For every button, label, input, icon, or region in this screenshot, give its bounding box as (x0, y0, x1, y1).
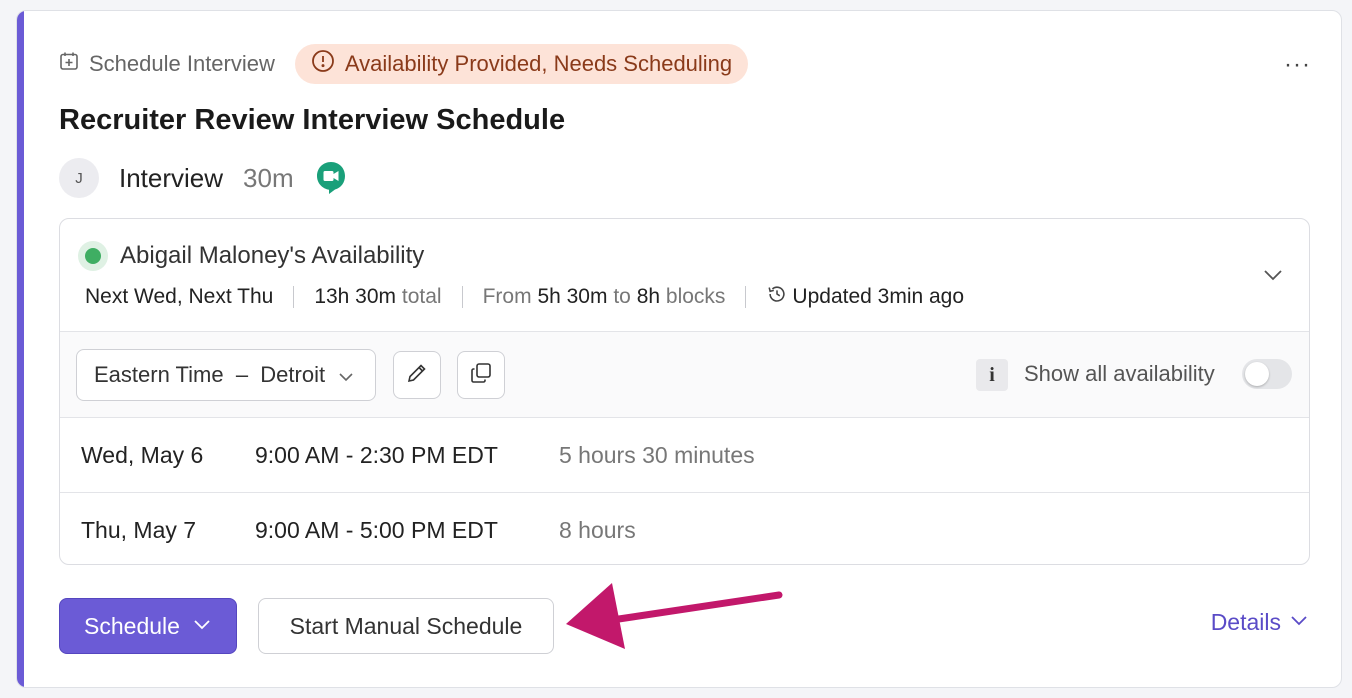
status-label: Availability Provided, Needs Scheduling (344, 51, 733, 76)
interview-label: Interview (119, 162, 224, 193)
chevron-down-icon (192, 613, 212, 640)
interview-summary: J Interview 30m (59, 158, 346, 198)
slot-date: Wed, May 6 (81, 442, 204, 468)
card-accent-bar (17, 11, 24, 687)
availability-blocks: From 5h 30m to 8h blocks (483, 285, 726, 309)
slot-time: 9:00 AM - 2:30 PM EDT (255, 442, 498, 468)
calendar-plus-icon (59, 51, 79, 77)
availability-total: 13h 30m total (314, 285, 441, 309)
info-icon[interactable]: i (976, 359, 1008, 391)
page-title: Recruiter Review Interview Schedule (59, 104, 566, 136)
chevron-down-icon (1289, 609, 1309, 636)
availability-title: Abigail Maloney's Availability (120, 242, 425, 269)
slot-date: Thu, May 7 (81, 516, 197, 543)
slot-duration: 8 hours (559, 516, 636, 543)
google-meet-icon (316, 161, 346, 195)
blocks-to: to (613, 285, 631, 308)
card-header: Schedule Interview Availability Provided… (59, 44, 749, 84)
divider (461, 286, 463, 308)
availability-slot-row: Thu, May 7 9:00 AM - 5:00 PM EDT 8 hours (60, 493, 1309, 564)
chevron-down-icon[interactable] (1261, 263, 1285, 287)
divider (293, 286, 295, 308)
blocks-max: 8h (636, 285, 661, 308)
availability-total-suffix: total (401, 285, 442, 308)
details-link[interactable]: Details (1211, 609, 1309, 636)
copy-button[interactable] (457, 351, 505, 399)
details-label: Details (1210, 609, 1281, 635)
blocks-min: 5h 30m (537, 285, 608, 308)
slot-duration: 5 hours 30 minutes (559, 442, 755, 468)
avatar: J (59, 158, 99, 198)
chevron-down-icon (337, 366, 355, 384)
history-icon (766, 283, 788, 311)
toggle-knob (1245, 362, 1269, 386)
availability-updated: Updated 3min ago (766, 283, 964, 311)
schedule-label: Schedule (84, 612, 180, 639)
available-status-icon (78, 241, 108, 271)
timezone-select[interactable]: Eastern Time – Detroit (76, 349, 376, 401)
availability-meta: Next Wed, Next Thu 13h 30m total From 5h… (85, 283, 964, 311)
interview-duration: 30m (243, 162, 294, 193)
status-badge: Availability Provided, Needs Scheduling (294, 44, 749, 84)
divider (745, 286, 747, 308)
availability-panel: Abigail Maloney's Availability Next Wed,… (59, 218, 1310, 565)
availability-header[interactable]: Abigail Maloney's Availability Next Wed,… (60, 219, 1309, 332)
updated-label: Updated 3min ago (792, 285, 965, 308)
availability-toolbar: Eastern Time – Detroit i Show all availa… (60, 332, 1309, 418)
availability-total-value: 13h 30m (314, 285, 397, 308)
task-type: Schedule Interview (59, 51, 275, 77)
availability-slot-row: Wed, May 6 9:00 AM - 2:30 PM EDT 5 hours… (60, 419, 1309, 493)
edit-button[interactable] (393, 351, 441, 399)
task-type-label: Schedule Interview (89, 51, 275, 76)
slot-time: 9:00 AM - 5:00 PM EDT (255, 516, 498, 543)
blocks-prefix: From (482, 285, 532, 308)
schedule-button[interactable]: Schedule (59, 598, 237, 654)
show-all-toggle[interactable] (1242, 359, 1292, 389)
alert-circle-icon (311, 49, 335, 79)
pencil-icon (405, 361, 429, 390)
show-all-label: Show all availability (1024, 361, 1215, 386)
availability-days: Next Wed, Next Thu (85, 285, 274, 308)
copy-icon (469, 361, 493, 390)
more-options-button[interactable]: ··· (1284, 53, 1311, 77)
schedule-interview-card: Schedule Interview Availability Provided… (16, 10, 1342, 688)
start-manual-schedule-button[interactable]: Start Manual Schedule (258, 598, 554, 654)
blocks-suffix: blocks (665, 285, 726, 308)
timezone-value: Eastern Time – Detroit (94, 362, 326, 387)
